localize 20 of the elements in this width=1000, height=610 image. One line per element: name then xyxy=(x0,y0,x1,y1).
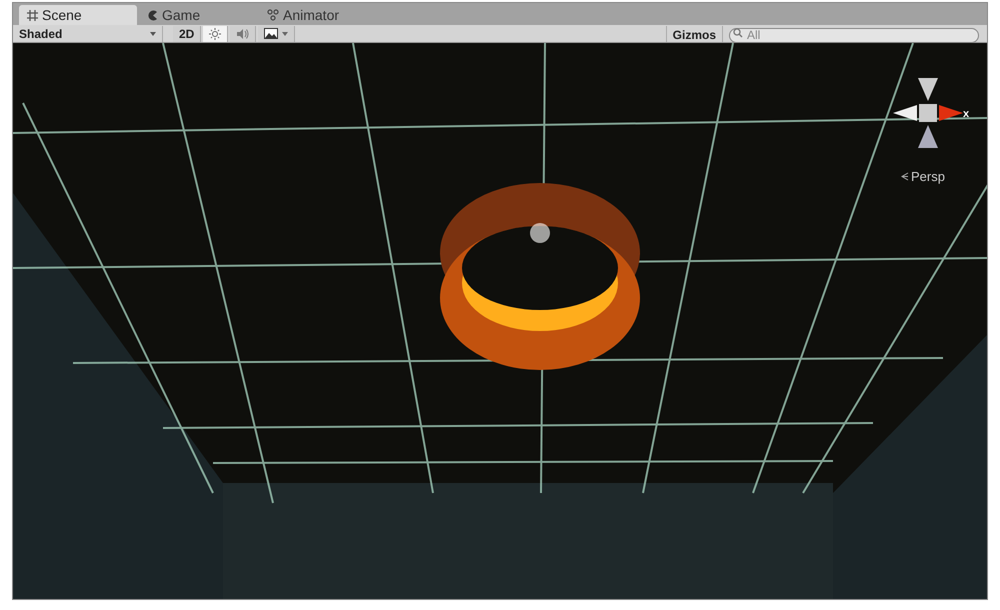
nodes-icon xyxy=(267,9,279,21)
caret-icon xyxy=(282,32,288,36)
mode-toggle[interactable]: 2D xyxy=(173,26,202,42)
gizmos-dropdown[interactable]: Gizmos xyxy=(666,26,723,42)
chevron-left-icon xyxy=(901,172,909,182)
search-field[interactable]: All xyxy=(729,28,979,42)
grid-icon xyxy=(27,10,38,20)
pacman-icon xyxy=(147,10,158,20)
shading-dropdown[interactable]: Shaded xyxy=(13,26,163,42)
image-icon xyxy=(264,28,278,39)
tab[interactable]: Scene xyxy=(19,5,137,25)
lighting-toggle[interactable] xyxy=(203,26,228,42)
sun-icon xyxy=(209,28,222,40)
projection-label[interactable]: Persp xyxy=(901,167,945,186)
caret-icon xyxy=(150,32,156,36)
effects-toggle[interactable] xyxy=(258,26,296,42)
search-icon xyxy=(733,28,744,38)
axis-label: x xyxy=(963,107,970,122)
audio-toggle[interactable] xyxy=(230,26,256,42)
speaker-icon xyxy=(236,28,250,40)
